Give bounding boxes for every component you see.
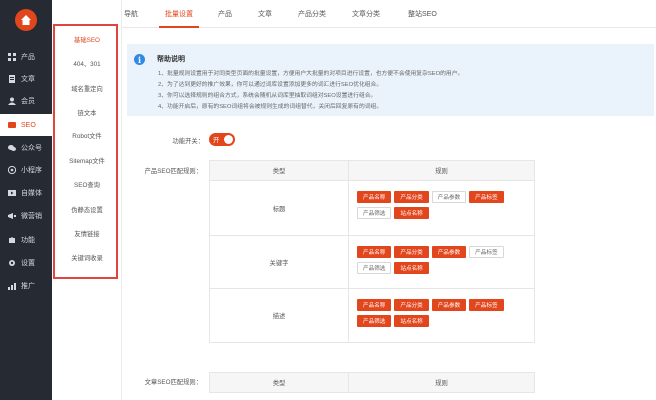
top-tab-bar <box>122 0 656 28</box>
rule-tag[interactable]: 产品筛选 <box>357 207 392 219</box>
product_rules-header-rules: 规则 <box>348 160 535 181</box>
product-rules-label: 产品SEO匹配规则： <box>144 168 202 175</box>
grid-icon <box>8 53 16 61</box>
sidebar-item-9[interactable]: 功能 <box>0 229 52 251</box>
sidebar-item-label: 微营销 <box>21 213 42 220</box>
subnav-item-6[interactable]: Sitemap文件 <box>52 156 122 165</box>
sidebar-item-6[interactable]: 小程序 <box>0 159 52 181</box>
subnav-item-9[interactable]: 友情链接 <box>52 229 122 238</box>
table-row: 描述 产品名称 产品分类 产品参数 产品标签产品筛选 站点名称 <box>209 288 535 343</box>
tab-4[interactable]: 文章 <box>258 9 272 19</box>
subnav-item-2[interactable]: 404、301 <box>52 59 122 68</box>
home-logo-icon[interactable] <box>15 9 37 31</box>
help-line-2: 2、为了达到更好的推广效果，你可以通过词库设置添加更多的词汇进行SEO优化组合。 <box>158 82 383 88</box>
sidebar-item-label: 小程序 <box>21 167 42 174</box>
article_rules-header-type: 类型 <box>209 372 349 393</box>
tab-3[interactable]: 产品 <box>218 9 232 19</box>
rule-type-name: 标题 <box>209 180 349 236</box>
subnav-item-4[interactable]: 链文本 <box>52 108 122 117</box>
sidebar-item-11[interactable]: 推广 <box>0 275 52 297</box>
media-icon <box>8 189 16 197</box>
help-line-3: 3、你可以选择规则的组合方式，系统会随机从词库里抽取词组对SEO设置进行组合。 <box>158 93 377 99</box>
rule-tag[interactable]: 产品标签 <box>469 191 504 203</box>
sidebar-item-8[interactable]: 微营销 <box>0 205 52 227</box>
subnav-item-3[interactable]: 域名重定向 <box>52 84 122 93</box>
sidebar-item-label: 公众号 <box>21 145 42 152</box>
sidebar-item-5[interactable]: 公众号 <box>0 137 52 159</box>
tab-6[interactable]: 文章分类 <box>352 9 380 19</box>
feature-toggle[interactable]: 开 <box>209 133 235 146</box>
sidebar-item-10[interactable]: 设置 <box>0 252 52 274</box>
user-icon <box>8 97 16 105</box>
rule-tag[interactable]: 产品参数 <box>431 191 467 203</box>
mini-program-icon <box>8 166 16 174</box>
sidebar-item-7[interactable]: 自媒体 <box>0 182 52 204</box>
puzzle-icon <box>8 236 16 244</box>
rule-tag[interactable]: 站点名称 <box>394 262 429 274</box>
promote-icon <box>8 282 16 290</box>
sidebar-item-2[interactable]: 文章 <box>0 68 52 90</box>
tab-5[interactable]: 产品分类 <box>298 9 326 19</box>
toggle-label: 功能开关： <box>172 138 204 145</box>
marketing-icon <box>8 212 16 220</box>
article_rules-table: 类型 规则 <box>209 372 535 393</box>
sidebar-item-label: 自媒体 <box>21 190 42 197</box>
rule-tag[interactable]: 站点名称 <box>394 207 429 219</box>
subnav-item-1[interactable]: 基础SEO <box>52 35 122 44</box>
product_rules-header-type: 类型 <box>209 160 349 181</box>
seo-icon <box>8 121 16 129</box>
rule-type-name: 关键字 <box>209 235 349 289</box>
help-line-4: 4、功能开启后，原有的SEO词组将会被规则生成的词组替代，关闭后回复原有的词组。 <box>158 104 383 110</box>
document-icon <box>8 75 16 83</box>
rule-tag[interactable]: 站点名称 <box>394 315 429 327</box>
rule-tag[interactable]: 产品筛选 <box>357 315 392 327</box>
rule-tags-cell: 产品名称 产品分类 产品参数 产品标签产品筛选 站点名称 <box>348 235 535 289</box>
help-line-1: 1、批量规则设置用于对同类型页面的批量设置，方便用户大批量的对项目进行设置，也方… <box>158 71 464 77</box>
rule-tag[interactable]: 产品参数 <box>431 246 467 258</box>
rule-tags-cell: 产品名称 产品分类 产品参数 产品标签产品筛选 站点名称 <box>348 288 535 343</box>
gear-icon <box>8 259 16 267</box>
article_rules-header-rules: 规则 <box>348 372 535 393</box>
toggle-knob <box>224 135 233 144</box>
sidebar-item-label: 功能 <box>21 237 35 244</box>
rule-tag[interactable]: 产品标签 <box>469 246 504 258</box>
rule-tag[interactable]: 产品名称 <box>357 191 392 203</box>
sidebar-item-label: 推广 <box>21 283 35 290</box>
rule-tag[interactable]: 产品分类 <box>394 299 429 311</box>
tab-2[interactable]: 批量设置 <box>165 9 193 19</box>
rule-tag[interactable]: 产品名称 <box>357 246 392 258</box>
sidebar-item-4[interactable]: SEO <box>0 114 52 136</box>
rule-tag[interactable]: 产品参数 <box>431 299 467 311</box>
rule-tag[interactable]: 产品名称 <box>357 299 392 311</box>
rule-tag[interactable]: 产品标签 <box>469 299 504 311</box>
sidebar-item-label: SEO <box>21 121 36 129</box>
subnav-item-5[interactable]: Robot文件 <box>52 131 122 140</box>
sidebar-item-label: 会员 <box>21 98 35 105</box>
product_rules-table: 类型 规则 标题 产品名称 产品分类 产品参数 产品标签 产品筛选 站点名称 关键字 产品名称 产品分… <box>209 160 535 343</box>
wechat-icon <box>8 144 16 152</box>
sidebar-item-label: 产品 <box>21 54 35 61</box>
toggle-state: 开 <box>213 137 220 144</box>
subnav-item-7[interactable]: SEO查询 <box>52 180 122 189</box>
subnav-item-10[interactable]: 关键词收录 <box>52 253 122 262</box>
sidebar-item-label: 文章 <box>21 76 35 83</box>
rule-tag[interactable]: 产品分类 <box>394 191 429 203</box>
tab-1[interactable]: 导航 <box>124 9 138 19</box>
rule-tag[interactable]: 产品分类 <box>394 246 429 258</box>
help-title: 帮助说明 <box>157 56 185 63</box>
table-row: 标题 产品名称 产品分类 产品参数 产品标签产品筛选 站点名称 <box>209 180 535 236</box>
rule-tags-cell: 产品名称 产品分类 产品参数 产品标签产品筛选 站点名称 <box>348 180 535 236</box>
info-icon: i <box>134 54 145 65</box>
sidebar-item-1[interactable]: 产品 <box>0 46 52 68</box>
sidebar-item-3[interactable]: 会员 <box>0 90 52 112</box>
subnav-item-8[interactable]: 伪静态设置 <box>52 205 122 214</box>
rule-tag[interactable]: 产品筛选 <box>357 262 392 274</box>
tab-7[interactable]: 整站SEO <box>408 9 437 19</box>
article-rules-label: 文章SEO匹配规则： <box>144 379 202 386</box>
sidebar-item-label: 设置 <box>21 260 35 267</box>
rule-type-name: 描述 <box>209 288 349 343</box>
table-row: 关键字 产品名称 产品分类 产品参数 产品标签产品筛选 站点名称 <box>209 235 535 289</box>
